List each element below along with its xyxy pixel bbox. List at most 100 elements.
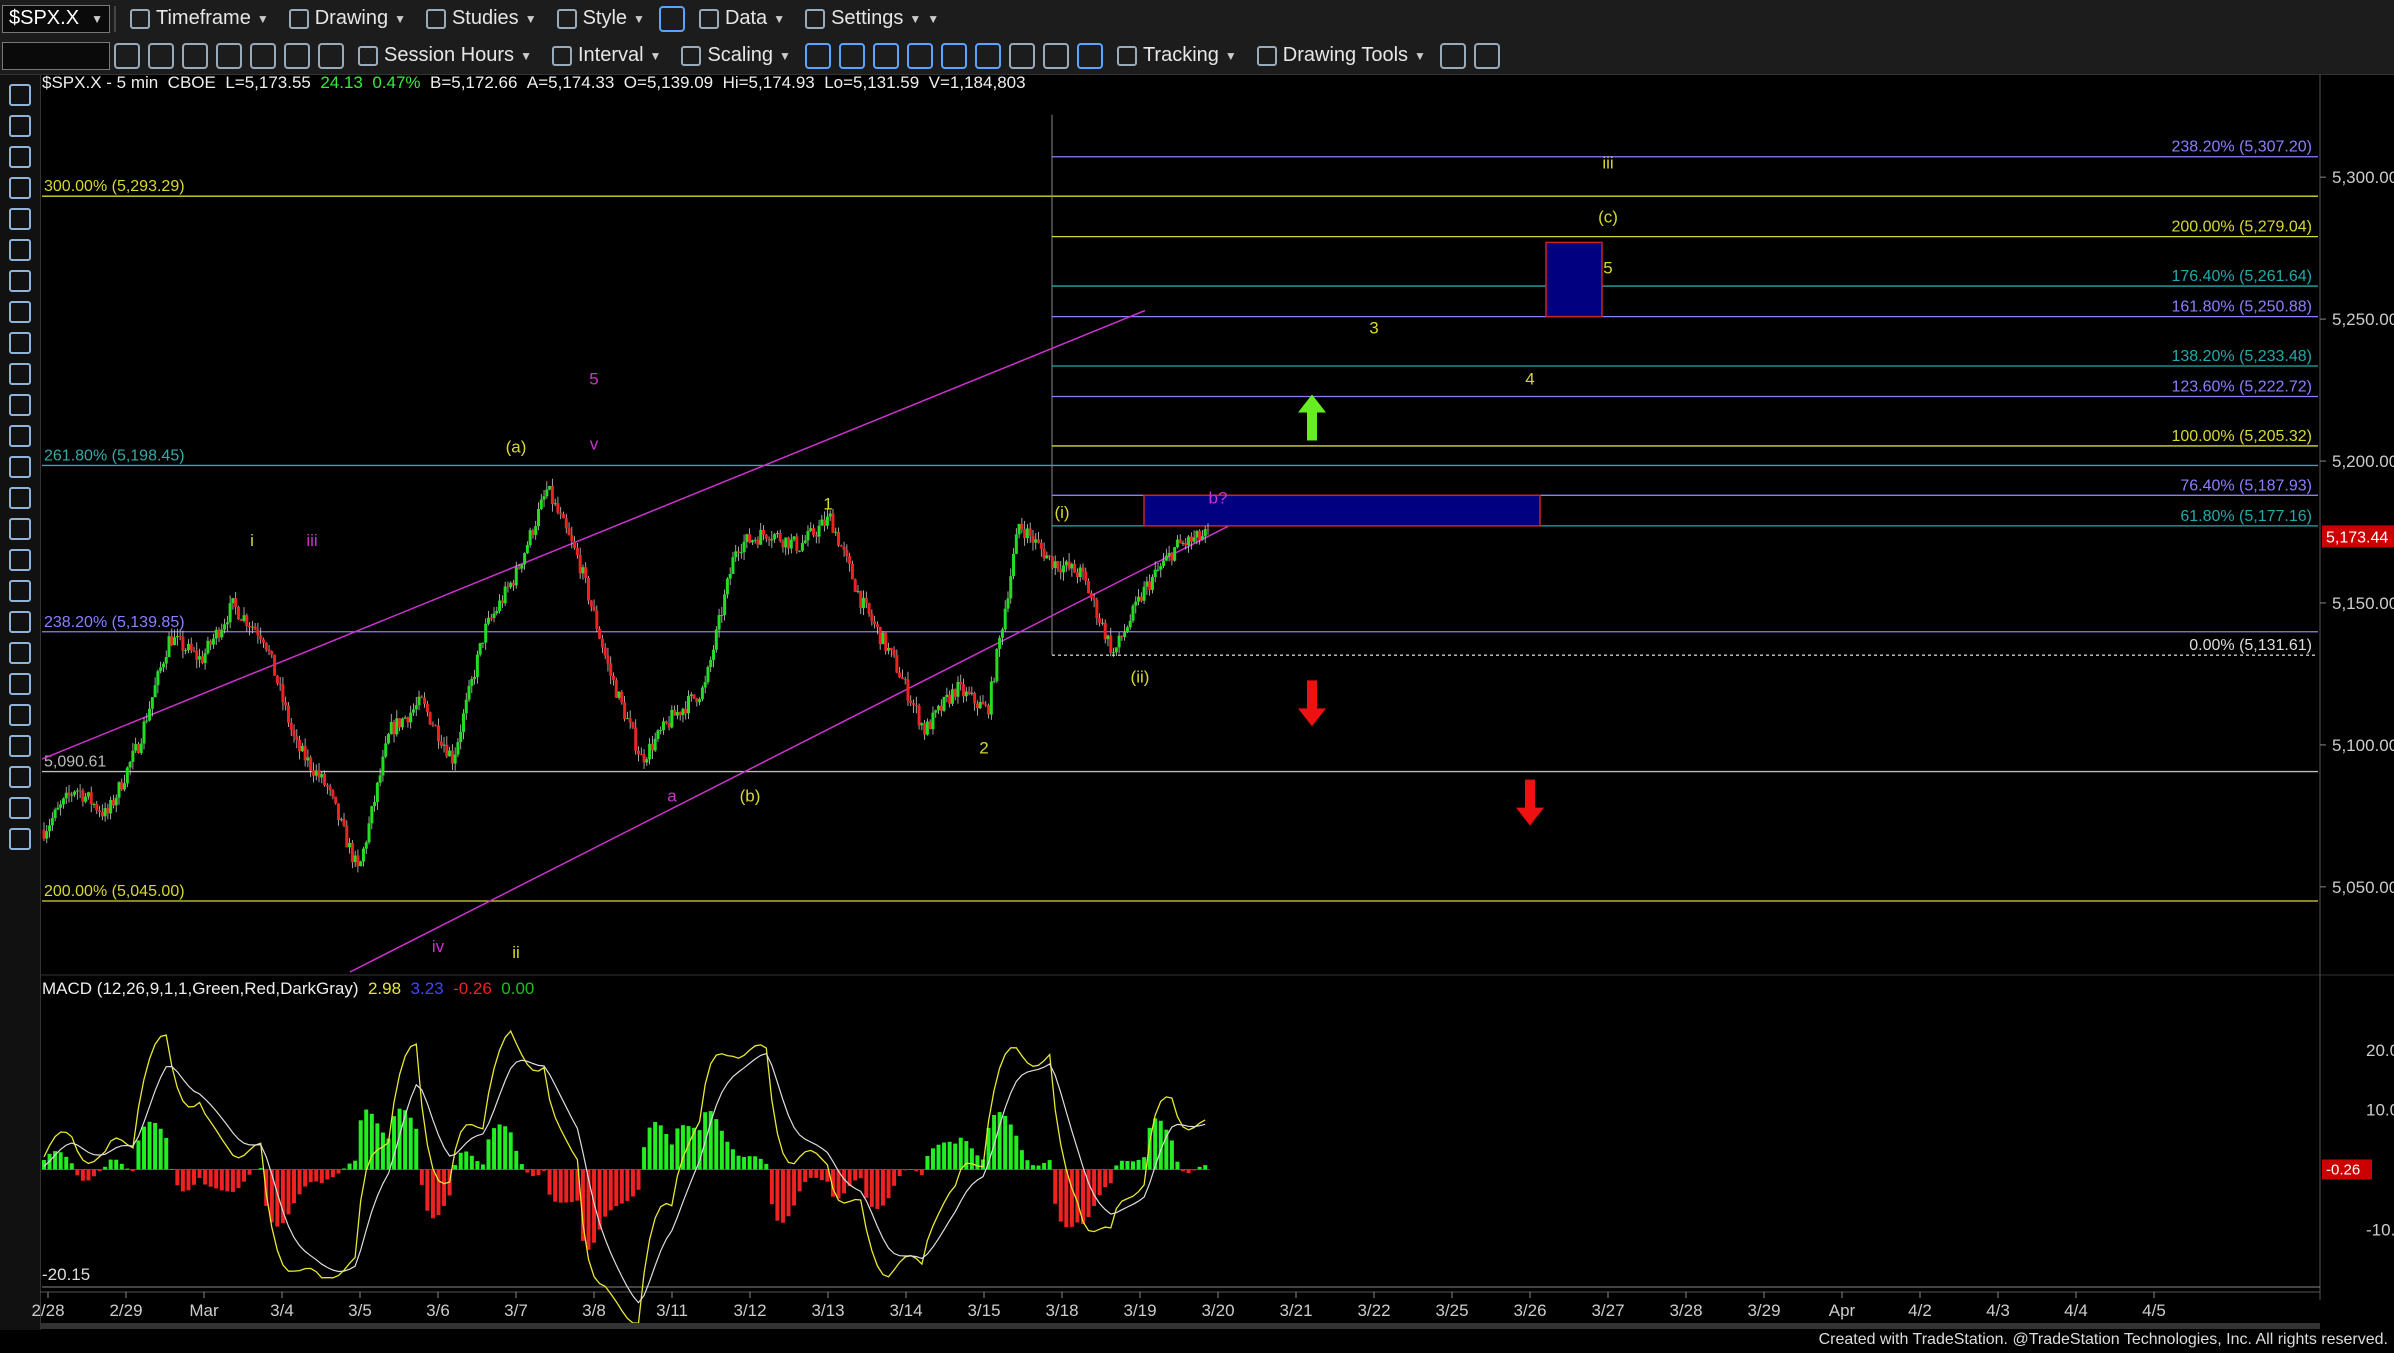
fib-label: 76.40% (5,187.93) xyxy=(2180,477,2312,494)
candle-body xyxy=(984,704,988,706)
macd-histogram-bar xyxy=(458,1152,463,1170)
candle-body xyxy=(178,635,182,637)
candle-body xyxy=(195,650,199,660)
candle-body xyxy=(475,654,479,678)
x-tick-label: 4/2 xyxy=(1908,1301,1932,1320)
candle-body xyxy=(1087,580,1091,594)
candle-body xyxy=(964,691,968,697)
candle-body xyxy=(434,725,438,727)
candle-body xyxy=(400,718,404,728)
candle-body xyxy=(973,692,977,704)
candle-body xyxy=(528,530,532,546)
fib-label: 123.60% (5,222.72) xyxy=(2171,379,2312,396)
macd-histogram-bar xyxy=(80,1169,85,1181)
y-tick-label: 5,200.00 xyxy=(2332,452,2394,471)
macd-histogram-bar xyxy=(958,1137,963,1170)
macd-tick-label: -10.00 xyxy=(2366,1220,2394,1239)
macd-histogram-bar xyxy=(1042,1162,1047,1170)
macd-histogram-bar xyxy=(1003,1115,1008,1170)
x-tick-label: 3/12 xyxy=(733,1301,766,1320)
macd-histogram-bar xyxy=(1092,1169,1097,1207)
macd-histogram-bar xyxy=(58,1152,63,1170)
horizontal-scrollbar[interactable] xyxy=(40,1323,2320,1329)
candle-body xyxy=(606,655,610,664)
candle-body xyxy=(706,667,710,683)
macd-histogram-bar xyxy=(242,1169,247,1182)
candle-body xyxy=(1039,542,1043,549)
candle-body xyxy=(834,531,838,533)
macd-histogram-bar xyxy=(647,1127,652,1170)
macd-histogram-bar xyxy=(508,1132,513,1170)
candle-body xyxy=(417,696,421,706)
candle-body xyxy=(467,685,471,700)
wave-label: (b) xyxy=(740,787,761,806)
candle-body xyxy=(903,678,907,680)
x-tick-label: 3/18 xyxy=(1045,1301,1078,1320)
candle-body xyxy=(453,754,457,764)
candle-body xyxy=(995,648,999,682)
level-label: 5,090.61 xyxy=(44,754,106,771)
macd-histogram-bar xyxy=(292,1169,297,1204)
candle-body xyxy=(261,639,265,643)
candle-body xyxy=(600,638,604,648)
fib-label: 0.00% (5,131.61) xyxy=(2189,637,2312,654)
candle-body xyxy=(392,721,396,735)
candle-body xyxy=(1150,576,1154,590)
x-tick-label: 3/27 xyxy=(1591,1301,1624,1320)
macd-histogram-bar xyxy=(792,1169,797,1206)
candle-body xyxy=(545,489,549,497)
y-tick-label: 5,250.00 xyxy=(2332,310,2394,329)
wave-label: iii xyxy=(1602,154,1613,173)
macd-histogram-bar xyxy=(114,1159,119,1170)
candle-body xyxy=(828,513,832,517)
macd-histogram-bar xyxy=(180,1169,185,1192)
macd-histogram-bar xyxy=(103,1166,108,1170)
x-tick-label: 4/3 xyxy=(1986,1301,2010,1320)
candle-body xyxy=(1175,539,1179,548)
candle-body xyxy=(859,590,863,609)
candle-body xyxy=(495,610,499,614)
level-label: 238.20% (5,139.85) xyxy=(44,614,185,631)
macd-histogram-bar xyxy=(775,1169,780,1221)
candle-body xyxy=(895,654,899,673)
candle-body xyxy=(128,761,132,768)
macd-histogram-bar xyxy=(375,1123,380,1170)
bearish-arrow xyxy=(1298,680,1326,727)
candle-body xyxy=(837,531,841,546)
candle-body xyxy=(48,825,52,832)
macd-histogram-bar xyxy=(969,1148,974,1170)
macd-histogram-bar xyxy=(158,1128,163,1170)
candle-body xyxy=(295,736,299,740)
x-tick-label: 3/15 xyxy=(967,1301,1000,1320)
macd-histogram-bar xyxy=(164,1137,169,1170)
candle-body xyxy=(525,545,529,554)
target-box-5 xyxy=(1545,241,1603,318)
macd-badge-label: -0.26 xyxy=(2326,1161,2360,1178)
candle-body xyxy=(523,553,527,565)
candle-body xyxy=(470,678,474,686)
y-tick-label: 5,050.00 xyxy=(2332,878,2394,897)
candle-body xyxy=(136,744,140,753)
candle-body xyxy=(531,530,535,535)
candle-body xyxy=(123,783,127,790)
candle-body xyxy=(1203,529,1207,537)
candle-body xyxy=(1170,552,1174,561)
candle-body xyxy=(403,717,407,719)
candle-body xyxy=(161,663,165,668)
macd-histogram-bar xyxy=(97,1169,102,1171)
candle-body xyxy=(737,551,741,554)
candle-body xyxy=(998,637,1002,649)
macd-histogram-bar xyxy=(814,1169,819,1178)
candle-body xyxy=(734,551,738,558)
macd-histogram-bar xyxy=(247,1169,252,1175)
candle-body xyxy=(59,804,63,808)
y-tick-label: 5,300.00 xyxy=(2332,168,2394,187)
candle-body xyxy=(186,643,190,651)
price-chart[interactable]: 300.00% (5,293.29) 261.80% (5,198.45) 238.… xyxy=(0,0,2394,1353)
macd-histogram-bar xyxy=(303,1169,308,1187)
candle-body xyxy=(662,721,666,731)
candle-body xyxy=(1095,599,1099,619)
macd-histogram-bar xyxy=(414,1128,419,1170)
candle-body xyxy=(1056,561,1060,569)
wave-label: 1 xyxy=(823,494,832,513)
